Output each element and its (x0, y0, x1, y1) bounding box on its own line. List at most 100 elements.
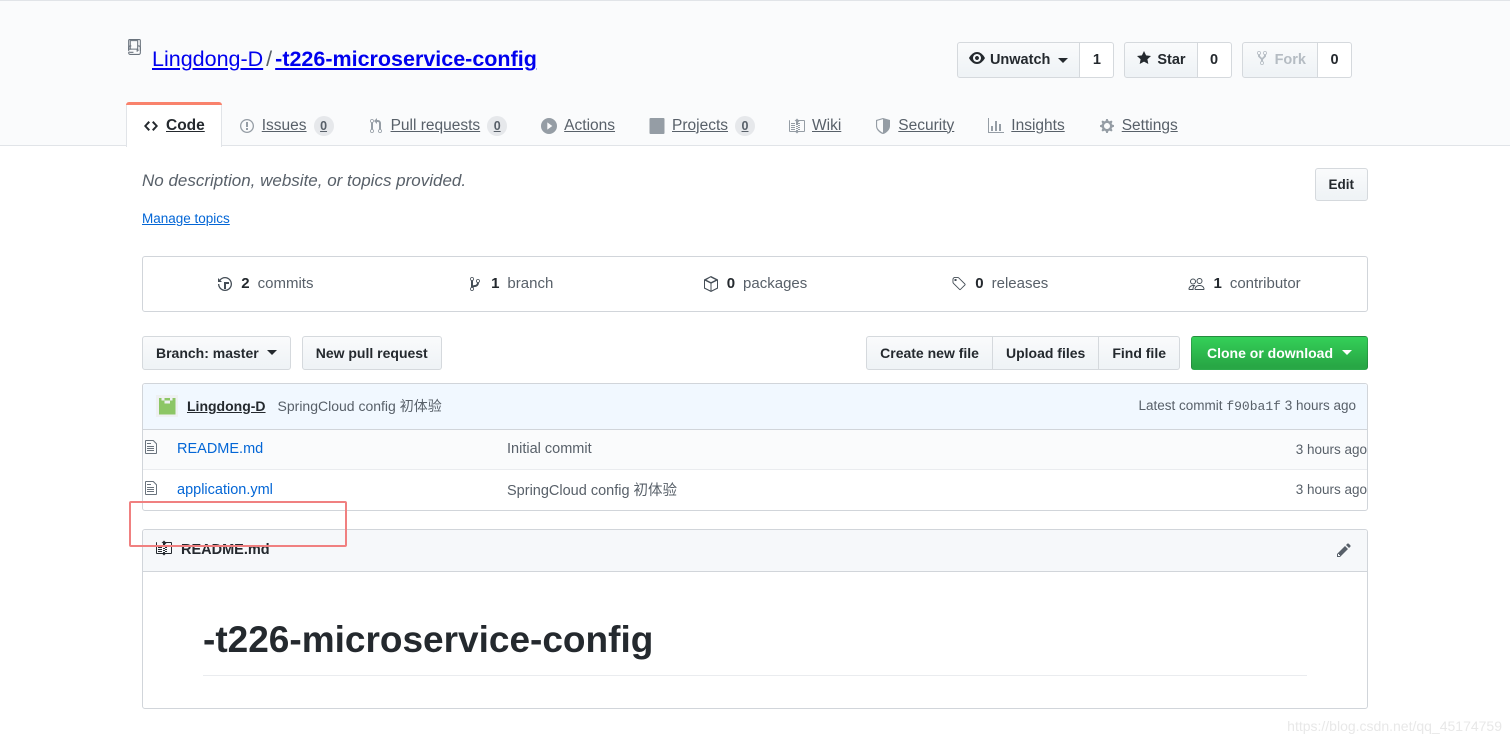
summary-item-commits: 2 commits (143, 257, 388, 311)
repository-summary-bar: 2 commits 1 branch 0 packages 0 releases… (142, 255, 1368, 312)
fork-button-group: Fork 0 (1241, 42, 1352, 78)
file-row-icon-cell (143, 470, 177, 510)
tab-pull-requests-label: Pull requests (390, 116, 481, 134)
tab-code-label: Code (166, 116, 205, 134)
page-title: Lingdong-D / -t226-microservice-config (152, 46, 537, 74)
readme-header-left: README.md (156, 540, 270, 560)
forks-count[interactable]: 0 (1318, 42, 1352, 78)
star-button[interactable]: Star (1124, 42, 1198, 78)
tab-issues-count: 0 (313, 115, 334, 136)
tab-actions[interactable]: Actions (524, 103, 632, 147)
unwatch-button[interactable]: Unwatch (956, 42, 1081, 78)
latest-commit-message: SpringCloud config 初体验 (277, 398, 442, 414)
commits-link[interactable]: 2 commits (143, 257, 388, 311)
stargazers-count[interactable]: 0 (1197, 42, 1232, 78)
summary-item-releases: 0 releases (877, 257, 1122, 311)
book-icon (789, 118, 806, 134)
branch-icon (467, 276, 483, 292)
tab-wiki-label: Wiki (812, 116, 842, 134)
tab-settings-label: Settings (1121, 116, 1178, 134)
watch-button-group: Unwatch 1 (956, 42, 1115, 78)
file-row-message-cell: Initial commit (507, 441, 592, 458)
branch-select-menu-button[interactable]: Branch: master (142, 335, 291, 370)
manage-topics-link[interactable]: Manage topics (142, 211, 230, 226)
tab-projects-label: Projects (672, 116, 729, 134)
latest-commit-author[interactable]: Lingdong-D (187, 398, 266, 414)
tab-insights-label: Insights (1011, 116, 1065, 134)
watermark: https://blog.csdn.net/qq_45174759 (1287, 718, 1502, 734)
contributors-link[interactable]: 1 contributor (1122, 257, 1367, 311)
branch-select-label: Branch: master (156, 344, 259, 361)
tab-insights[interactable]: Insights (971, 103, 1081, 147)
branches-link[interactable]: 1 branch (388, 257, 633, 311)
chevron-down-icon (1342, 350, 1352, 355)
latest-commit-meta: Latest commit f90ba1f 3 hours ago (1139, 398, 1356, 414)
readme-heading: -t226-microservice-config (203, 617, 1307, 676)
book-icon (156, 540, 172, 560)
file-nav-right: Create new file Upload files Find file C… (866, 335, 1368, 370)
create-new-file-button[interactable]: Create new file (866, 335, 993, 370)
tab-code[interactable]: Code (126, 102, 222, 148)
fork-button[interactable]: Fork (1241, 42, 1318, 78)
tab-security[interactable]: Security (858, 103, 971, 147)
commits-count: 2 (241, 275, 250, 292)
repo-description: No description, website, or topics provi… (142, 171, 467, 190)
repo-owner-link[interactable]: Lingdong-D (152, 47, 263, 71)
repository-content: No description, website, or topics provi… (142, 146, 1368, 709)
readme-header: README.md (143, 529, 1367, 572)
people-icon (1188, 276, 1205, 292)
file-link-application-yml[interactable]: application.yml (177, 482, 273, 498)
latest-commit-sha[interactable]: f90ba1f (1226, 399, 1281, 414)
git-pull-request-icon (368, 117, 384, 134)
shield-icon (875, 117, 891, 134)
packages-count: 0 (726, 275, 736, 292)
latest-commit-bar: Lingdong-D SpringCloud config 初体验 Latest… (143, 383, 1367, 430)
readme-body: -t226-microservice-config (143, 572, 1367, 708)
repository-nav-tabs: Code Issues 0 Pull requests 0 Actions Pr… (126, 102, 1195, 148)
numbers-summary-list: 2 commits 1 branch 0 packages 0 releases… (143, 257, 1367, 311)
file-row-age-cell: 3 hours ago (1295, 482, 1367, 498)
star-icon (1136, 50, 1152, 70)
files-table: README.md Initial commit 3 hours ago app… (143, 429, 1367, 510)
repository-page-header: Lingdong-D / -t226-microservice-config Unw… (0, 0, 1510, 148)
tab-issues[interactable]: Issues 0 (222, 103, 351, 147)
file-link-readme[interactable]: README.md (177, 441, 263, 457)
table-row[interactable]: README.md Initial commit 3 hours ago (143, 429, 1367, 470)
tab-projects[interactable]: Projects 0 (632, 103, 772, 147)
readme-container: README.md -t226-microservice-config (142, 528, 1368, 709)
table-row[interactable]: application.yml SpringCloud config 初体验 3… (143, 470, 1367, 510)
edit-button[interactable]: Edit (1314, 168, 1368, 201)
about-text-block: No description, website, or topics provi… (142, 168, 466, 228)
new-pull-request-button[interactable]: New pull request (301, 335, 442, 370)
watchers-count[interactable]: 1 (1080, 42, 1115, 78)
fork-button-label: Fork (1274, 52, 1306, 68)
pencil-icon[interactable] (1332, 538, 1356, 562)
contributors-label: contributor (1229, 275, 1301, 292)
latest-commit-age: 3 hours ago (1284, 398, 1356, 413)
clone-or-download-label: Clone or download (1207, 344, 1333, 361)
tab-settings[interactable]: Settings (1082, 103, 1195, 147)
repo-name-link[interactable]: -t226-microservice-config (275, 47, 537, 71)
upload-files-button[interactable]: Upload files (992, 335, 1100, 370)
eye-icon (968, 50, 985, 70)
tab-wiki[interactable]: Wiki (772, 103, 858, 147)
branches-label: branch (507, 275, 554, 292)
tab-pull-requests[interactable]: Pull requests 0 (351, 103, 525, 147)
find-file-button[interactable]: Find file (1099, 335, 1180, 370)
tab-issues-label: Issues (261, 116, 307, 134)
clone-or-download-button[interactable]: Clone or download (1191, 335, 1368, 370)
commits-label: commits (257, 275, 314, 292)
about-section: No description, website, or topics provi… (142, 168, 1368, 228)
star-button-label: Star (1157, 52, 1186, 68)
releases-link[interactable]: 0 releases (877, 257, 1122, 311)
fork-icon (1254, 50, 1270, 70)
latest-commit-label: Latest commit (1138, 398, 1223, 413)
packages-link[interactable]: 0 packages (633, 257, 878, 311)
file-nav-left: Branch: master New pull request (142, 335, 442, 370)
repo-title-separator: / (266, 47, 273, 72)
repo-book-icon (126, 32, 143, 61)
tab-pull-requests-count: 0 (487, 115, 508, 136)
main-container: No description, website, or topics provi… (129, 146, 1368, 709)
releases-label: releases (991, 275, 1049, 292)
pagehead-actions: Unwatch 1 Star 0 Fork 0 (956, 42, 1352, 78)
